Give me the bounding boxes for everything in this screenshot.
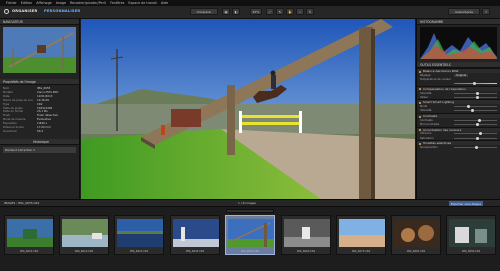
histogram-header: HISTOGRAMME — [417, 19, 500, 25]
thumbnail-label: IMG_6610.CR2 — [74, 250, 94, 253]
thumbnail-image — [339, 219, 385, 247]
menu-workspace[interactable]: Espace de travail — [128, 1, 156, 5]
slider-knob[interactable] — [471, 109, 475, 113]
hand-icon[interactable]: ✋ — [286, 8, 294, 15]
setting-dropdown[interactable]: Original — [454, 73, 469, 77]
main-photo — [81, 19, 415, 199]
thumbnail[interactable]: IMG_6681.CR2 — [391, 215, 441, 255]
wb-section[interactable]: Balance des blancs RAW — [417, 68, 500, 73]
workspace-dropdown[interactable]: Avant/Après — [448, 8, 480, 15]
help-icon[interactable]: ? — [482, 8, 490, 15]
image-count: 1 / 8 images — [238, 201, 256, 205]
menu-crop[interactable]: Recadrer/pivoter/PerV — [70, 1, 106, 5]
thumbnail-selected[interactable]: IMG_6655.CR2 — [225, 215, 275, 255]
history-item[interactable]: Demand Correction 1 — [3, 146, 76, 153]
histogram — [420, 27, 497, 59]
thumbnail-image — [449, 219, 495, 247]
rotate-icon[interactable]: ↻ — [276, 8, 284, 15]
tab-organize[interactable]: ORGANISER — [12, 9, 38, 15]
thumbnail[interactable]: IMG_6610.CR2 — [59, 215, 109, 255]
thumbnail[interactable]: IMG_6601.CR2 — [4, 215, 54, 255]
thumbnail-image — [7, 219, 53, 247]
thumbnail[interactable]: IMG_6690.CR2 — [446, 215, 496, 255]
browser-preview-image — [3, 27, 76, 73]
thumbnail-image — [394, 219, 440, 247]
histogram-graph — [420, 33, 497, 59]
slider-knob[interactable] — [475, 91, 479, 95]
browser-preview[interactable] — [3, 27, 76, 73]
right-panel: HISTOGRAMME OUTILS ESSENTIELS Balance de… — [416, 19, 500, 199]
split-view-icon[interactable]: ◧ — [232, 8, 240, 15]
grid-view-icon[interactable]: ▦ — [222, 8, 230, 15]
app-logo-icon — [4, 9, 9, 14]
thumbnail-label: IMG_6672.CR2 — [351, 250, 371, 253]
menu-windows[interactable]: Fenêtres — [110, 1, 124, 5]
thumbnail[interactable]: IMG_6622.CR2 — [114, 215, 164, 255]
filmstrip-scrollbar[interactable] — [226, 209, 274, 213]
filmstrip-path: IMAGES › IMG_6655.CR2 — [4, 201, 40, 205]
left-panel: NAVIGATEUR Propriétés de l'image Nom IMG_… — [0, 19, 80, 199]
slider-knob[interactable] — [476, 95, 480, 99]
history-header: Historique — [0, 138, 79, 145]
property-row: Ouverture f/6.3 — [3, 128, 44, 133]
slider-knob[interactable] — [473, 82, 477, 86]
color-section[interactable]: Accentuation des couleurs — [417, 126, 500, 132]
menu-image[interactable]: Image — [56, 1, 66, 5]
slider-knob[interactable] — [477, 118, 481, 122]
thumbnail-label: IMG_6634.CR2 — [185, 250, 205, 253]
thumbnail-image — [62, 219, 108, 247]
menu-file[interactable]: Fichier — [6, 1, 17, 5]
slider-knob[interactable] — [466, 105, 470, 109]
exposure-section[interactable]: Compensation de l'exposition — [417, 85, 500, 91]
contrast-section[interactable]: Contraste — [417, 113, 500, 119]
properties-list: Nom IMG_6655 Modèle Canon EOS 60D Date 12/0… — [0, 85, 79, 134]
thumbnail-label: IMG_6690.CR2 — [461, 250, 481, 253]
menu-help[interactable]: Aide — [161, 1, 168, 5]
thumbnail-label: IMG_6660.CR2 — [296, 250, 316, 253]
thumbnail-image — [284, 219, 330, 247]
thumbnail-image — [173, 219, 219, 247]
thumbnail[interactable]: IMG_6672.CR2 — [336, 215, 386, 255]
zoom-label[interactable]: 67% — [250, 8, 262, 15]
menu-edit[interactable]: Edition — [21, 1, 32, 5]
export-button[interactable]: Exporter vers disque — [449, 201, 484, 206]
tones-section[interactable]: Tonalités sélectives — [417, 140, 500, 146]
temperature-slider[interactable] — [454, 82, 497, 86]
thumbnail-label: IMG_6681.CR2 — [406, 250, 426, 253]
thumbnail[interactable]: IMG_6634.CR2 — [170, 215, 220, 255]
tab-customize[interactable]: PERSONNALISER — [44, 9, 80, 15]
thumbnail[interactable]: IMG_6660.CR2 — [281, 215, 331, 255]
thumbnail-label: IMG_6655.CR2 — [240, 250, 260, 253]
compare-button[interactable]: Comparer — [190, 8, 218, 15]
thumbnail-label: IMG_6601.CR2 — [19, 250, 39, 253]
slider-knob[interactable] — [474, 145, 478, 149]
thumbnail-image — [117, 219, 163, 247]
thumbnail-label: IMG_6622.CR2 — [129, 250, 149, 253]
crop-icon[interactable]: ⌗ — [296, 8, 304, 15]
menu-view[interactable]: Affichage — [36, 1, 52, 5]
slider-knob[interactable] — [478, 132, 482, 136]
eyedropper-icon[interactable]: ✎ — [306, 8, 314, 15]
fit-icon[interactable]: ⤢ — [266, 8, 274, 15]
browser-header: NAVIGATEUR — [0, 19, 79, 25]
image-viewer[interactable] — [81, 19, 415, 199]
slider-knob[interactable] — [475, 136, 479, 140]
slider-knob[interactable] — [475, 123, 479, 127]
thumbnail-image — [228, 219, 274, 247]
lighting-section[interactable]: Smart Smart Lighting — [417, 99, 500, 105]
